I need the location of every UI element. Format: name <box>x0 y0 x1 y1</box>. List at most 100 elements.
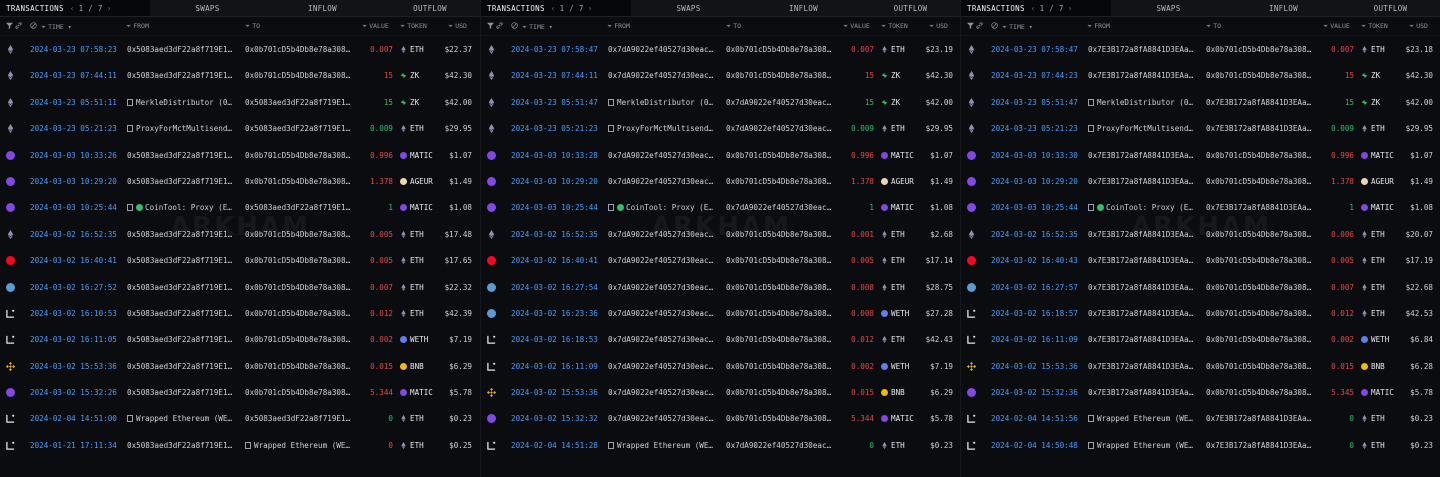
from-address[interactable]: 0x5083aed3dF22a8f719E1… <box>127 283 239 292</box>
filter-icon[interactable]: ⏷ <box>1002 23 1007 31</box>
tx-time-link[interactable]: 2024-03-23 05:21:23 <box>511 124 603 133</box>
tx-time-link[interactable]: 2024-03-03 10:25:44 <box>30 203 122 212</box>
to-address[interactable]: 0x0b701cD5b4Db8e78a308… <box>726 230 838 239</box>
table-row[interactable]: 2024-03-02 16:11:09 0x7dA9022ef40527d30ea… <box>481 353 960 379</box>
token-cell[interactable]: BNB <box>1361 362 1401 371</box>
from-address[interactable]: 0x5083aed3dF22a8f719E1… <box>127 335 239 344</box>
filter-icon[interactable]: ⏷ <box>448 22 453 30</box>
link-icon[interactable] <box>976 22 983 31</box>
from-address[interactable]: ProxyForMctMultisend… <box>608 124 720 133</box>
from-address[interactable]: CoinTool: Proxy (E… <box>127 203 239 212</box>
to-address[interactable]: 0x7E3B172a8fA8841D3EAa… <box>1206 414 1318 423</box>
tx-time-link[interactable]: 2024-03-23 05:51:47 <box>511 98 603 107</box>
table-row[interactable]: 2024-03-23 05:21:23 ProxyForMctMultisend…… <box>0 115 480 141</box>
to-address[interactable]: 0x0b701cD5b4Db8e78a308… <box>245 45 357 54</box>
link-icon[interactable] <box>15 22 22 31</box>
from-address[interactable]: MerkleDistributor (0… <box>608 98 720 107</box>
table-row[interactable]: 2024-03-03 10:25:44 CoinTool: Proxy (E… 0x… <box>481 194 960 220</box>
link-icon[interactable] <box>496 22 503 31</box>
from-address[interactable]: 0x7dA9022ef40527d30eac… <box>608 71 720 80</box>
to-address[interactable]: 0x0b701cD5b4Db8e78a308… <box>1206 151 1318 160</box>
token-cell[interactable]: MATIC <box>400 151 440 160</box>
to-address[interactable]: 0x0b701cD5b4Db8e78a308… <box>726 362 838 371</box>
to-address[interactable]: 0x7E3B172a8fA8841D3EAa… <box>1206 98 1318 107</box>
token-cell[interactable]: MATIC <box>881 203 921 212</box>
filter-icon[interactable]: ⏷ <box>1409 22 1414 30</box>
tx-time-link[interactable]: 2024-03-23 07:58:47 <box>991 45 1083 54</box>
table-row[interactable]: 2024-03-02 16:52:35 0x5083aed3dF22a8f719E… <box>0 221 480 247</box>
from-address[interactable]: 0x7E3B172a8fA8841D3EAa… <box>1088 71 1200 80</box>
from-address[interactable]: 0x7E3B172a8fA8841D3EAa… <box>1088 309 1200 318</box>
filter-icon[interactable] <box>487 22 494 31</box>
column-token[interactable]: ⏷ TOKEN <box>1361 22 1388 31</box>
to-address[interactable]: 0x0b701cD5b4Db8e78a308… <box>245 335 357 344</box>
tx-time-link[interactable]: 2024-03-23 07:58:47 <box>511 45 603 54</box>
tx-time-link[interactable]: 2024-03-03 10:33:30 <box>991 151 1083 160</box>
tx-time-link[interactable]: 2024-03-02 16:11:09 <box>991 335 1083 344</box>
to-address[interactable]: 0x0b701cD5b4Db8e78a308… <box>1206 283 1318 292</box>
token-cell[interactable]: ETH <box>1361 309 1401 318</box>
token-cell[interactable]: WETH <box>881 362 921 371</box>
table-row[interactable]: 2024-03-02 16:40:41 0x7dA9022ef40527d30ea… <box>481 247 960 273</box>
from-address[interactable]: 0x7dA9022ef40527d30eac… <box>608 309 720 318</box>
tx-time-link[interactable]: 2024-03-02 15:32:26 <box>30 388 122 397</box>
column-value[interactable]: ⏷ VALUE <box>362 22 389 31</box>
column-from[interactable]: ⏷ FROM <box>607 22 630 31</box>
to-address[interactable]: 0x7E3B172a8fA8841D3EAa… <box>1206 441 1318 450</box>
filter-icon[interactable]: ⏷ <box>126 22 131 30</box>
tab-transactions[interactable]: TRANSACTIONS ‹ 1 / 7 › <box>961 0 1111 16</box>
filter-icon[interactable]: ⏷ <box>881 22 886 30</box>
filter-icon[interactable]: ⏷ <box>1361 22 1366 30</box>
token-cell[interactable]: ZK <box>400 71 440 80</box>
table-row[interactable]: 2024-03-03 10:33:26 0x5083aed3dF22a8f719E… <box>0 142 480 168</box>
from-address[interactable]: 0x5083aed3dF22a8f719E1… <box>127 151 239 160</box>
token-cell[interactable]: WETH <box>1361 335 1401 344</box>
hide-zero-icon[interactable] <box>991 22 998 29</box>
table-row[interactable]: 2024-03-23 05:51:47 MerkleDistributor (0…… <box>961 89 1440 115</box>
tab-transactions[interactable]: TRANSACTIONS ‹ 1 / 7 › <box>481 0 631 16</box>
token-cell[interactable]: ZK <box>881 71 921 80</box>
column-token[interactable]: ⏷ TOKEN <box>400 22 427 31</box>
to-address[interactable]: 0x0b701cD5b4Db8e78a308… <box>726 388 838 397</box>
column-to[interactable]: ⏷ TO <box>245 22 260 31</box>
tab-inflow[interactable]: INFLOW <box>1226 0 1341 16</box>
tx-time-link[interactable]: 2024-03-03 10:29:20 <box>30 177 122 186</box>
from-address[interactable]: 0x7dA9022ef40527d30eac… <box>608 256 720 265</box>
to-address[interactable]: 0x0b701cD5b4Db8e78a308… <box>1206 388 1318 397</box>
from-address[interactable]: 0x7dA9022ef40527d30eac… <box>608 283 720 292</box>
to-address[interactable]: 0x0b701cD5b4Db8e78a308… <box>726 151 838 160</box>
column-time[interactable]: ⏷ TIME ▾ <box>30 22 72 32</box>
tx-time-link[interactable]: 2024-03-23 07:44:23 <box>991 71 1083 80</box>
from-address[interactable]: 0x5083aed3dF22a8f719E1… <box>127 309 239 318</box>
table-row[interactable]: 2024-03-23 07:58:47 0x7E3B172a8fA8841D3EA… <box>961 36 1440 62</box>
prev-page-icon[interactable]: ‹ <box>70 4 75 13</box>
table-row[interactable]: 2024-02-04 14:50:48 Wrapped Ethereum (WE…… <box>961 432 1440 458</box>
to-address[interactable]: 0x0b701cD5b4Db8e78a308… <box>245 71 357 80</box>
to-address[interactable]: 0x0b701cD5b4Db8e78a308… <box>1206 230 1318 239</box>
tab-outflow[interactable]: OUTFLOW <box>861 0 960 16</box>
filter-icon[interactable]: ⏷ <box>1087 22 1092 30</box>
tx-time-link[interactable]: 2024-03-02 16:40:41 <box>30 256 122 265</box>
from-address[interactable]: 0x7dA9022ef40527d30eac… <box>608 414 720 423</box>
from-address[interactable]: 0x7dA9022ef40527d30eac… <box>608 388 720 397</box>
tx-time-link[interactable]: 2024-03-23 07:44:11 <box>30 71 122 80</box>
from-address[interactable]: 0x7E3B172a8fA8841D3EAa… <box>1088 283 1200 292</box>
tx-time-link[interactable]: 2024-03-02 16:23:36 <box>511 309 603 318</box>
token-cell[interactable]: ZK <box>881 98 921 107</box>
to-address[interactable]: 0x0b701cD5b4Db8e78a308… <box>726 256 838 265</box>
to-address[interactable]: 0x0b701cD5b4Db8e78a308… <box>1206 309 1318 318</box>
from-address[interactable]: MerkleDistributor (0… <box>1088 98 1200 107</box>
tx-time-link[interactable]: 2024-03-23 05:21:23 <box>991 124 1083 133</box>
tx-time-link[interactable]: 2024-03-03 10:29:20 <box>991 177 1083 186</box>
token-cell[interactable]: ETH <box>400 309 440 318</box>
from-address[interactable]: 0x7E3B172a8fA8841D3EAa… <box>1088 45 1200 54</box>
from-address[interactable]: ProxyForMctMultisend… <box>127 124 239 133</box>
from-address[interactable]: 0x7E3B172a8fA8841D3EAa… <box>1088 256 1200 265</box>
token-cell[interactable]: ETH <box>1361 230 1401 239</box>
tx-time-link[interactable]: 2024-03-02 16:27:54 <box>511 283 603 292</box>
filter-icon[interactable]: ⏷ <box>607 22 612 30</box>
table-row[interactable]: 2024-03-23 05:21:23 ProxyForMctMultisend…… <box>481 115 960 141</box>
tx-time-link[interactable]: 2024-03-02 15:53:36 <box>30 362 122 371</box>
table-row[interactable]: 2024-03-02 16:40:43 0x7E3B172a8fA8841D3EA… <box>961 247 1440 273</box>
token-cell[interactable]: ETH <box>881 256 921 265</box>
